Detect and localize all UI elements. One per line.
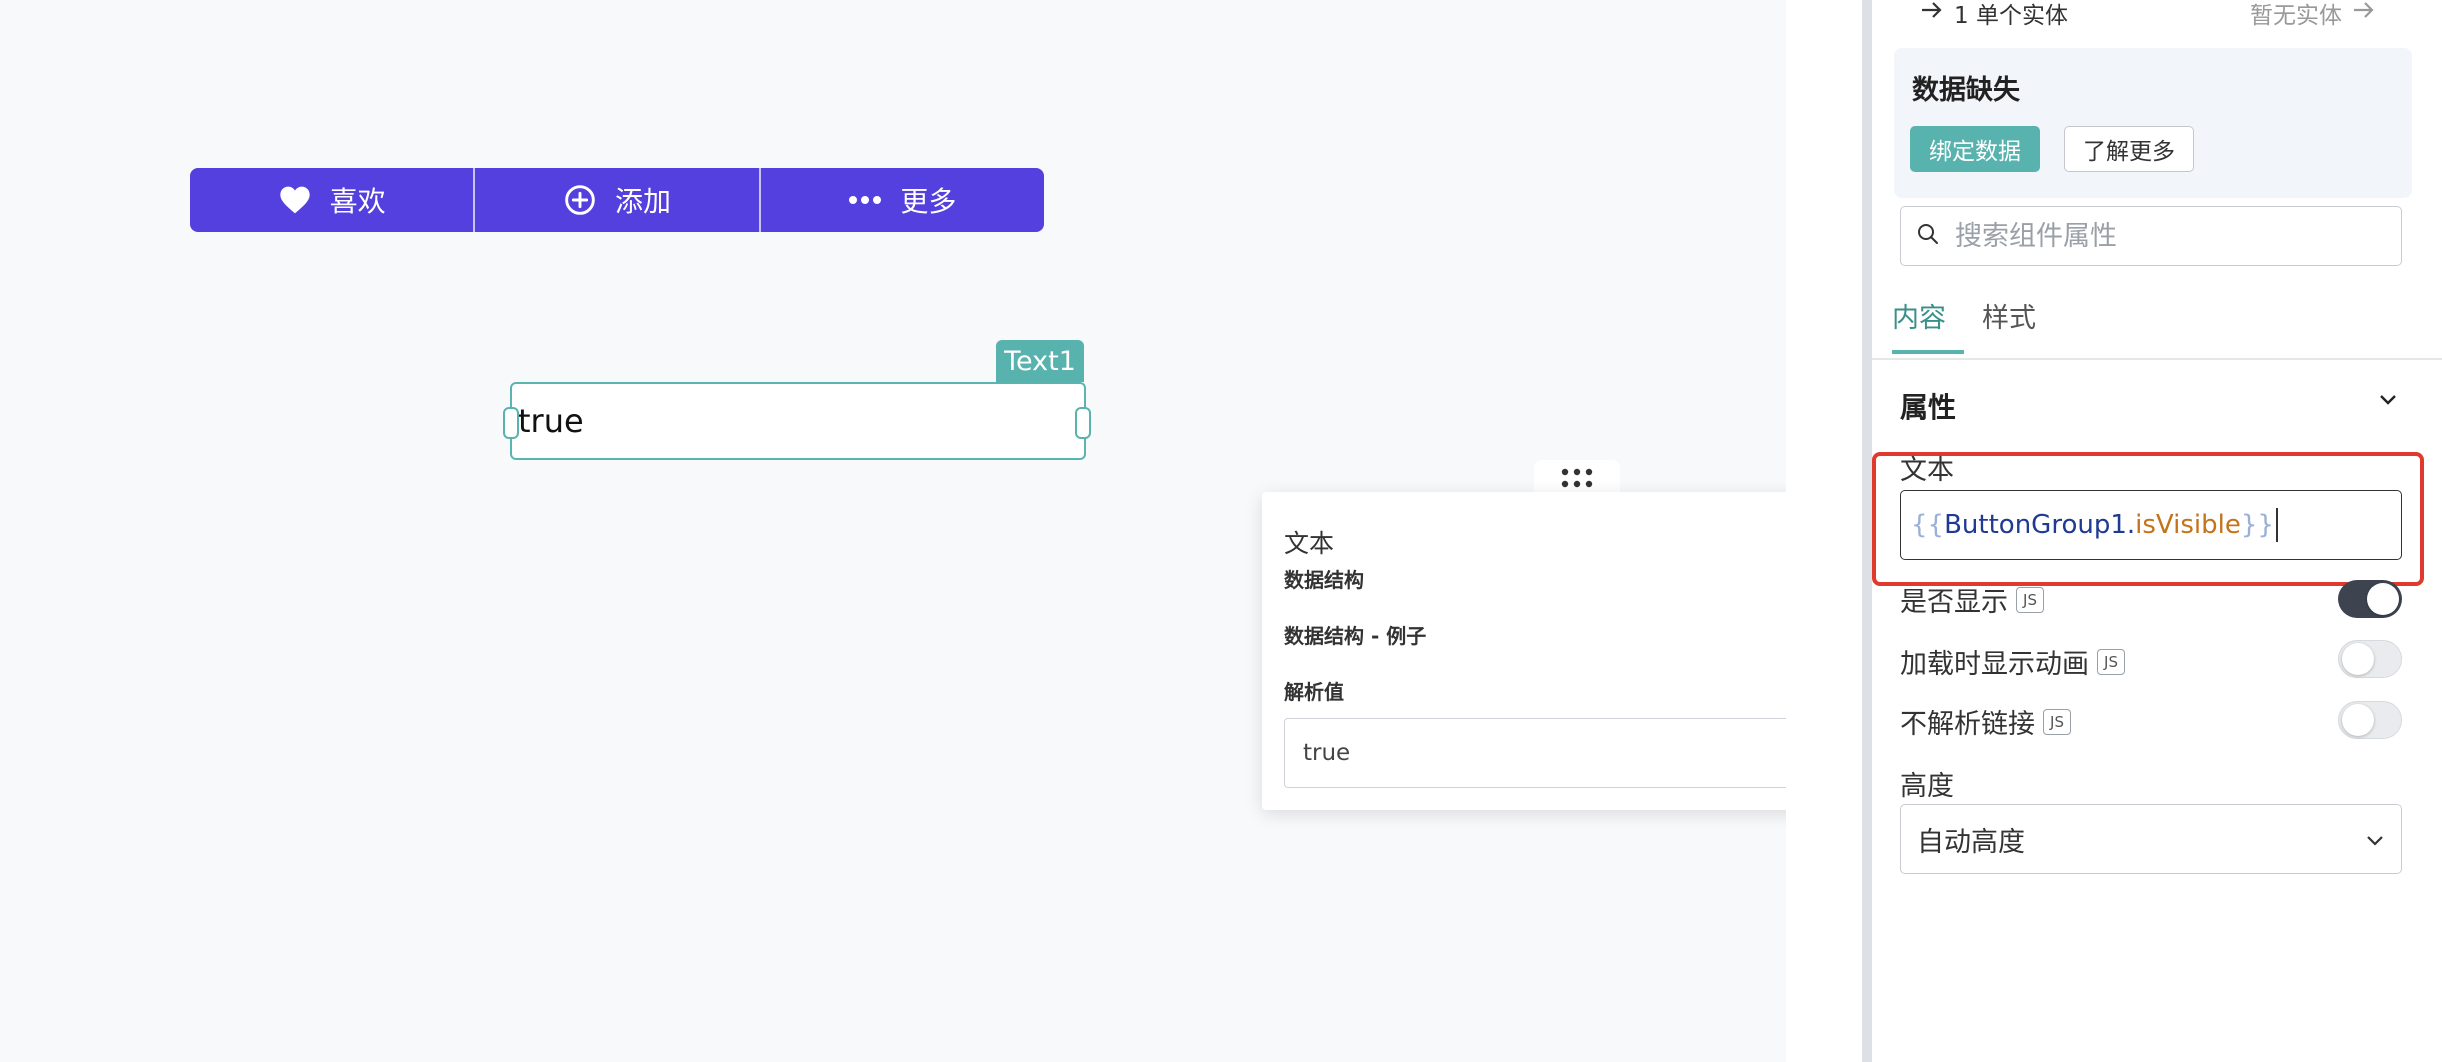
tab-style[interactable]: 样式 (1982, 296, 2036, 335)
resize-handle-right[interactable] (1075, 407, 1091, 439)
popover-row-label: 数据结构 (1284, 567, 1364, 592)
chevron-down-icon (2365, 824, 2385, 855)
visible-property-label: 是否显示 JS (1900, 580, 2044, 619)
entity-link-label: 1 单个实体 (1954, 3, 2068, 29)
evaluated-value-box: true (1284, 718, 1838, 788)
text-property-label-text: 文本 (1900, 455, 1954, 486)
panel-resize-divider[interactable] (1862, 0, 1872, 1062)
property-search[interactable] (1900, 206, 2402, 266)
js-toggle-badge[interactable]: JS (2016, 586, 2044, 613)
no-entity-label: 暂无实体 (2250, 3, 2342, 29)
popover-row-label: 数据结构 - 例子 (1284, 623, 1427, 648)
toggle-knob (2342, 704, 2374, 736)
height-select-value: 自动高度 (1917, 826, 2025, 858)
add-button-label: 添加 (614, 185, 671, 218)
popover-row-label: 解析值 (1284, 679, 1344, 704)
chevron-down-icon[interactable] (2378, 392, 2398, 411)
heart-icon (278, 183, 312, 217)
bind-data-button[interactable]: 绑定数据 (1910, 126, 2040, 172)
animate-toggle[interactable] (2338, 640, 2402, 678)
add-button[interactable]: 添加 (475, 168, 761, 232)
resize-handle-left[interactable] (503, 407, 519, 439)
learn-more-button[interactable]: 了解更多 (2064, 126, 2194, 172)
button-group-widget[interactable]: 喜欢 添加 更多 (190, 168, 1044, 232)
arrow-right-icon (1920, 0, 1944, 26)
popover-row-evaluated-value[interactable]: 解析值 (1284, 670, 1838, 710)
more-button[interactable]: 更多 (761, 168, 1044, 232)
plus-circle-icon (563, 183, 597, 217)
visible-toggle[interactable] (2338, 580, 2402, 618)
more-button-label: 更多 (900, 185, 957, 218)
entity-link[interactable]: 1 单个实体 (1920, 0, 2068, 30)
no-entity-link[interactable]: 暂无实体 (2250, 0, 2376, 30)
no-parse-links-toggle[interactable] (2338, 701, 2402, 739)
no-parse-links-property-label: 不解析链接 JS (1900, 702, 2071, 741)
js-toggle-badge[interactable]: JS (2043, 708, 2071, 735)
code-dot: . (2126, 510, 2136, 540)
code-close-braces: }} (2240, 510, 2274, 540)
height-select[interactable]: 自动高度 (1900, 804, 2402, 874)
arrow-right-icon (2352, 0, 2376, 26)
popover-title: 文本 (1284, 529, 1335, 558)
text-widget-value: true (518, 402, 584, 440)
property-pane: 1 单个实体 暂无实体 数据缺失 绑定数据 了解更多 内容 样式 属性 文本 {… (1872, 0, 2442, 1062)
popover-row-data-example[interactable]: 数据结构 - 例子 (1284, 614, 1838, 654)
evaluated-value-popover: 文本 数据结构 数据结构 - 例子 解析值 true (1262, 492, 1862, 810)
active-tab-indicator (1892, 350, 1964, 354)
height-property-label: 高度 (1900, 764, 1954, 803)
code-object: ButtonGroup1 (1944, 510, 2127, 540)
code-open-braces: {{ (1911, 510, 1945, 540)
code-property: isVisible (2135, 510, 2241, 540)
text-widget[interactable]: true (510, 382, 1086, 460)
drag-grip-icon (1560, 467, 1594, 493)
js-toggle-badge[interactable]: JS (2097, 648, 2125, 675)
text-property-label: 文本 (1900, 448, 1954, 487)
data-missing-title: 数据缺失 (1912, 75, 2020, 106)
height-label-text: 高度 (1900, 771, 1954, 802)
editor-canvas[interactable]: 喜欢 添加 更多 Text1 true 文本 数据结构 数据结构 - 例子 解析… (0, 0, 1862, 1062)
text-property-code-editor[interactable]: {{ ButtonGroup1 . isVisible }} (1900, 490, 2402, 560)
tab-content[interactable]: 内容 (1892, 296, 1946, 335)
text-widget-name-tag[interactable]: Text1 (996, 340, 1084, 382)
toggle-knob (2342, 643, 2374, 675)
search-icon (1917, 223, 1939, 249)
like-button-label: 喜欢 (329, 185, 386, 218)
section-title-properties[interactable]: 属性 (1900, 386, 1956, 426)
tab-divider (1872, 358, 2442, 360)
toggle-knob (2367, 583, 2399, 615)
like-button[interactable]: 喜欢 (190, 168, 476, 232)
data-missing-callout: 数据缺失 绑定数据 了解更多 (1894, 48, 2412, 198)
text-cursor (2275, 508, 2278, 542)
popover-row-data-structure[interactable]: 数据结构 (1284, 558, 1838, 598)
canvas-gutter (1786, 0, 1862, 1062)
more-icon (848, 183, 882, 217)
no-parse-label-text: 不解析链接 (1900, 709, 2035, 740)
property-search-input[interactable] (1953, 219, 2397, 253)
animate-label-text: 加载时显示动画 (1900, 649, 2089, 680)
visible-label-text: 是否显示 (1900, 587, 2008, 618)
animate-property-label: 加载时显示动画 JS (1900, 642, 2125, 681)
